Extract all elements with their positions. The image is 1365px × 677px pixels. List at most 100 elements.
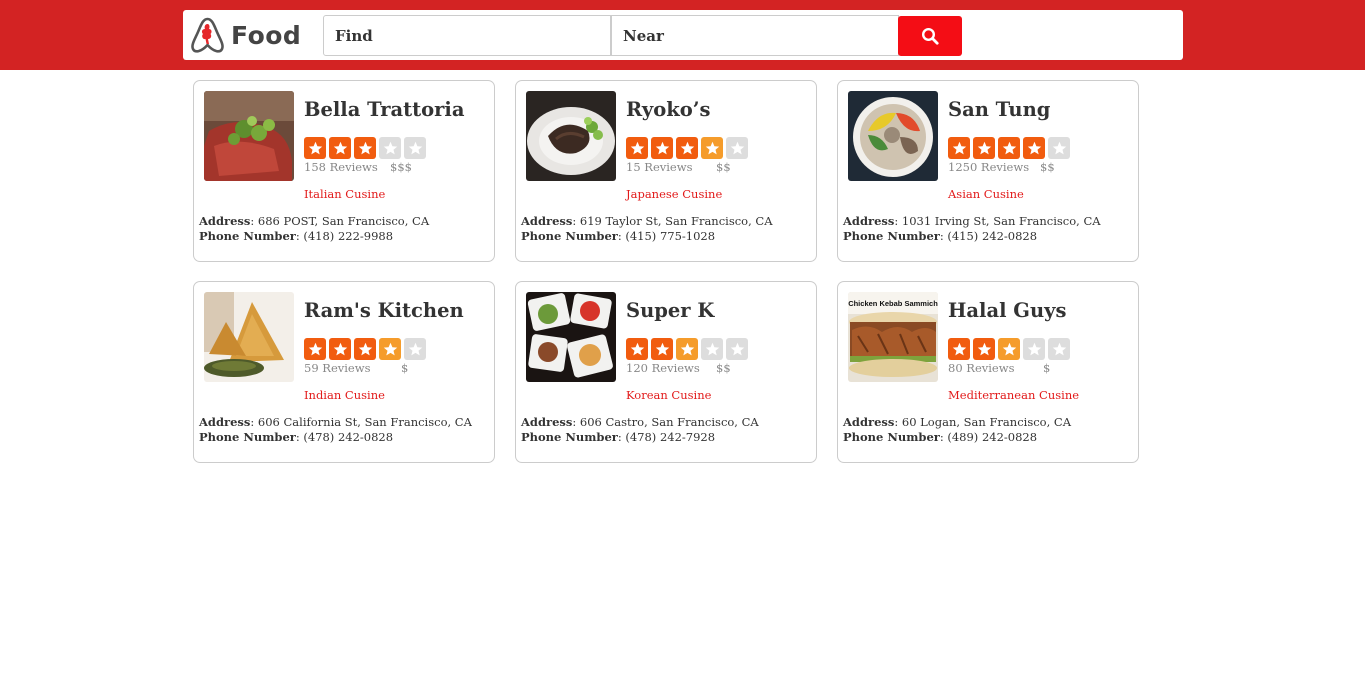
cuisine-label[interactable]: Japanese Cusine <box>626 187 722 201</box>
star-icon <box>948 338 970 360</box>
cuisine-label[interactable]: Korean Cusine <box>626 388 711 402</box>
review-count: 59 Reviews <box>304 361 371 375</box>
address-label: Address <box>521 415 573 429</box>
samosa-photo-icon <box>204 292 294 382</box>
phone-value: (415) 242-0828 <box>947 229 1038 243</box>
address-label: Address <box>521 214 573 228</box>
restaurant-card[interactable]: Ryoko’s 15 Reviews $$ Japanese Cusine Ad… <box>515 80 817 262</box>
restaurant-image[interactable] <box>204 292 294 382</box>
logo-icon <box>191 17 224 53</box>
star-rating <box>626 137 751 159</box>
address-value: 686 POST, San Francisco, CA <box>257 214 430 228</box>
restaurant-name[interactable]: Super K <box>626 299 714 322</box>
address-label: Address <box>199 214 251 228</box>
star-rating <box>948 338 1073 360</box>
star-icon <box>354 137 376 159</box>
address-line: Address: 619 Taylor St, San Francisco, C… <box>521 214 773 228</box>
review-meta: 120 Reviews $$ <box>626 361 731 375</box>
address-line: Address: 686 POST, San Francisco, CA <box>199 214 430 228</box>
restaurant-image[interactable] <box>204 91 294 181</box>
star-icon <box>726 338 748 360</box>
price-level: $$ <box>716 160 731 174</box>
star-icon <box>998 137 1020 159</box>
phone-line: Phone Number: (418) 222-9988 <box>199 229 394 243</box>
review-count: 15 Reviews <box>626 160 693 174</box>
address-line: Address: 606 California St, San Francisc… <box>199 415 472 429</box>
cuisine-label[interactable]: Italian Cusine <box>304 187 385 201</box>
search-button[interactable] <box>898 16 962 56</box>
phone-value: (489) 242-0828 <box>947 430 1038 444</box>
kebab-sandwich-photo-icon: Chicken Kebab Sammich <box>848 292 938 382</box>
star-icon <box>1048 338 1070 360</box>
restaurant-image[interactable] <box>848 91 938 181</box>
address-value: 606 California St, San Francisco, CA <box>257 415 472 429</box>
banchan-photo-icon <box>526 292 616 382</box>
restaurant-name[interactable]: Halal Guys <box>948 299 1066 322</box>
review-count: 158 Reviews <box>304 160 378 174</box>
phone-line: Phone Number: (489) 242-0828 <box>843 430 1038 444</box>
find-input[interactable] <box>323 15 611 56</box>
star-icon <box>676 137 698 159</box>
phone-label: Phone Number <box>521 229 618 243</box>
phone-label: Phone Number <box>521 430 618 444</box>
restaurant-image[interactable]: Chicken Kebab Sammich <box>848 292 938 382</box>
cuisine-label[interactable]: Asian Cusine <box>948 187 1024 201</box>
price-level: $$ <box>716 361 731 375</box>
phone-label: Phone Number <box>199 430 296 444</box>
star-icon <box>404 338 426 360</box>
star-icon <box>379 137 401 159</box>
restaurant-name[interactable]: Bella Trattoria <box>304 98 464 121</box>
star-icon <box>329 338 351 360</box>
star-icon <box>379 338 401 360</box>
review-meta: 158 Reviews $$$ <box>304 160 412 174</box>
cuisine-label[interactable]: Mediterranean Cusine <box>948 388 1079 402</box>
phone-label: Phone Number <box>843 430 940 444</box>
review-meta: 1250 Reviews $$ <box>948 160 1055 174</box>
star-icon <box>626 338 648 360</box>
address-line: Address: 606 Castro, San Francisco, CA <box>521 415 759 429</box>
price-level: $$ <box>1040 160 1055 174</box>
bowl-photo-icon <box>848 91 938 181</box>
restaurant-card[interactable]: Ram's Kitchen 59 Reviews $ Indian Cusine… <box>193 281 495 463</box>
logo[interactable]: Food <box>190 16 301 54</box>
address-label: Address <box>843 214 895 228</box>
review-count: 80 Reviews <box>948 361 1015 375</box>
review-meta: 59 Reviews $ <box>304 361 408 375</box>
phone-line: Phone Number: (415) 242-0828 <box>843 229 1038 243</box>
phone-line: Phone Number: (415) 775-1028 <box>521 229 716 243</box>
star-icon <box>998 338 1020 360</box>
price-level: $$$ <box>390 160 412 174</box>
cuisine-label[interactable]: Indian Cusine <box>304 388 385 402</box>
restaurant-name[interactable]: San Tung <box>948 98 1050 121</box>
star-icon <box>354 338 376 360</box>
restaurant-name[interactable]: Ryoko’s <box>626 98 710 121</box>
address-line: Address: 1031 Irving St, San Francisco, … <box>843 214 1101 228</box>
restaurant-name[interactable]: Ram's Kitchen <box>304 299 464 322</box>
phone-value: (478) 242-7928 <box>625 430 716 444</box>
star-rating <box>304 137 429 159</box>
restaurant-card[interactable]: Chicken Kebab Sammich Halal Guys 80 Revi… <box>837 281 1139 463</box>
plate-photo-icon <box>526 91 616 181</box>
star-icon <box>404 137 426 159</box>
star-rating <box>626 338 751 360</box>
star-icon <box>304 338 326 360</box>
star-icon <box>304 137 326 159</box>
restaurant-image[interactable] <box>526 91 616 181</box>
review-count: 120 Reviews <box>626 361 700 375</box>
restaurant-card[interactable]: Bella Trattoria 158 Reviews $$$ Italian … <box>193 80 495 262</box>
restaurant-image[interactable] <box>526 292 616 382</box>
phone-label: Phone Number <box>843 229 940 243</box>
address-value: 619 Taylor St, San Francisco, CA <box>579 214 773 228</box>
restaurant-card[interactable]: San Tung 1250 Reviews $$ Asian Cusine Ad… <box>837 80 1139 262</box>
star-icon <box>726 137 748 159</box>
image-caption: Chicken Kebab Sammich <box>848 299 938 308</box>
review-count: 1250 Reviews <box>948 160 1030 174</box>
phone-line: Phone Number: (478) 242-7928 <box>521 430 716 444</box>
header: Food <box>183 10 1183 60</box>
top-bar: Food <box>0 0 1365 70</box>
star-icon <box>1048 137 1070 159</box>
star-icon <box>626 137 648 159</box>
phone-value: (478) 242-0828 <box>303 430 394 444</box>
near-input[interactable] <box>611 15 899 56</box>
restaurant-card[interactable]: Super K 120 Reviews $$ Korean Cusine Add… <box>515 281 817 463</box>
